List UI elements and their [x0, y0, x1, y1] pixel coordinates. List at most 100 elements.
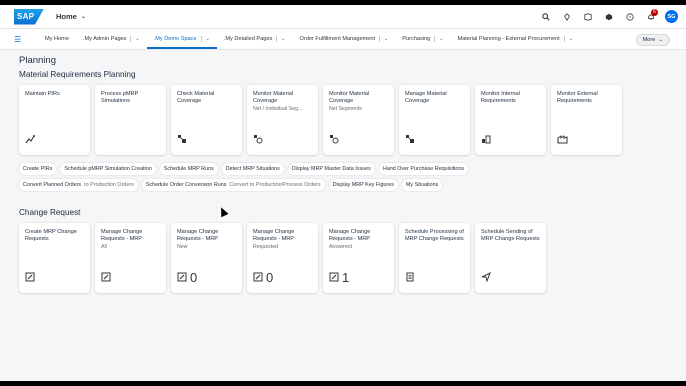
tile-footer: 0 [253, 271, 273, 284]
tile-monitor-material-coverage-net-segments[interactable]: Monitor Material Coverage Net Segments [323, 85, 394, 155]
tile-schedule-sending-of-mrp-change-requests[interactable]: Schedule Sending of MRP Change Requests [475, 223, 546, 293]
tab-label: .My Admin Pages [82, 36, 127, 42]
link-schedule-mrp-runs[interactable]: Schedule MRP Runs [159, 163, 218, 175]
monitor-icon [253, 134, 263, 146]
chevron-down-icon[interactable]: ⌄ [200, 36, 210, 42]
edit-icon [101, 272, 111, 284]
tile-footer [25, 272, 35, 284]
search-icon[interactable] [535, 7, 556, 27]
notifications-icon[interactable]: 6 [640, 7, 661, 27]
tile-check-material-coverage[interactable]: Check Material Coverage [171, 85, 242, 155]
link-create-pirs[interactable]: Create PIRs [19, 163, 57, 175]
chevron-down-icon[interactable]: ⌄ [130, 36, 140, 42]
coverage-icon [405, 134, 415, 146]
chevron-down-icon[interactable]: ⌄ [379, 36, 388, 42]
home-label: Home [56, 12, 77, 21]
link-title: Detect MRP Situations [225, 166, 280, 172]
tile-subtitle: Net / Individual Seg... [253, 106, 303, 112]
home-menu[interactable]: Home ⌄ [56, 12, 86, 21]
link-title: Display MRP Master Data Issues [291, 166, 371, 172]
tile-footer: 0 [177, 271, 197, 284]
tile-manage-change-requests-mrp-requested[interactable]: Manage Change Requests - MRP Requested 0 [247, 223, 318, 293]
tile-footer [101, 272, 111, 284]
chevron-down-icon[interactable]: ⌄ [276, 36, 286, 42]
tile-count: 1 [342, 270, 350, 285]
more-tabs-button[interactable]: More ⌄ [635, 34, 670, 46]
section-title-mrp: Material Requirements Planning [19, 70, 136, 79]
chevron-down-icon: ⌄ [658, 37, 663, 43]
menu-icon[interactable]: ☰ [14, 35, 24, 44]
link-title: My Situations [405, 182, 439, 188]
more-label: More [642, 37, 656, 43]
link-schedule-pmrp-simulation-creation[interactable]: Schedule pMRP Simulation Creation [60, 163, 156, 175]
tile-title: Schedule Processing of MRP Change Reques… [405, 229, 464, 242]
tile-process-pmrp-simulations[interactable]: Process pMRP Simulations [95, 85, 166, 155]
tab-order-fulfillment[interactable]: Order Fulfillment Management ⌄ [293, 29, 396, 49]
tile-footer [557, 134, 568, 146]
document-icon [405, 272, 415, 284]
tile-subtitle: New [177, 244, 188, 250]
mrp-tile-row: Maintain PIRs Process pMRP Simulations Che… [19, 85, 667, 155]
tab-material-planning[interactable]: Material Planning - External Procurement… [450, 29, 580, 49]
tab-label: .My Detailed Pages [223, 36, 273, 42]
link-my-situations[interactable]: My Situations [401, 179, 443, 191]
edit-icon [177, 272, 187, 284]
tile-title: Manage Change Requests - MRP [177, 229, 219, 242]
tile-monitor-material-coverage-net-individual-seg[interactable]: Monitor Material Coverage Net / Individua… [247, 85, 318, 155]
tab-my-demo-space[interactable]: .My Demo Space ⌄ [147, 29, 217, 49]
link-subtitle: Convert to Production/Process Orders [229, 182, 321, 188]
link-schedule-order-conversion-runs[interactable]: Schedule Order Conversion Runs Convert to… [141, 179, 325, 191]
tab-label: .My Demo Space [153, 36, 197, 42]
tile-title: Monitor Material Coverage [329, 91, 370, 104]
tab-my-detailed-pages[interactable]: .My Detailed Pages ⌄ [217, 29, 293, 49]
tile-title: Schedule Sending of MRP Change Requests [481, 229, 540, 242]
tab-label: Material Planning - External Procurement [457, 36, 560, 42]
link-convert-planned-orders[interactable]: Convert Planned Orders to Production Orde… [19, 179, 138, 191]
link-hand-over-purchase-requisitions[interactable]: Hand Over Purchase Requisitions [378, 163, 469, 175]
tile-footer [253, 134, 263, 146]
send-icon [481, 271, 491, 284]
chevron-down-icon[interactable]: ⌄ [434, 36, 443, 42]
lightbulb-icon[interactable] [556, 7, 577, 27]
link-display-mrp-master-data-issues[interactable]: Display MRP Master Data Issues [287, 163, 375, 175]
tile-create-mrp-change-requests[interactable]: Create MRP Change Requests [19, 223, 90, 293]
help-icon[interactable]: ? [619, 7, 640, 27]
tile-manage-material-coverage[interactable]: Manage Material Coverage [399, 85, 470, 155]
tab-my-home[interactable]: My Home [38, 29, 76, 49]
monitor-icon [329, 134, 339, 146]
link-detect-mrp-situations[interactable]: Detect MRP Situations [221, 163, 284, 175]
tab-my-admin-pages[interactable]: .My Admin Pages ⌄ [76, 29, 147, 49]
tile-schedule-processing-of-mrp-change-requests[interactable]: Schedule Processing of MRP Change Reques… [399, 223, 470, 293]
notification-badge: 6 [651, 8, 658, 16]
link-title: Convert Planned Orders [23, 182, 82, 188]
user-avatar[interactable]: SG [665, 10, 678, 23]
tile-manage-change-requests-mrp-new[interactable]: Manage Change Requests - MRP New 0 [171, 223, 242, 293]
tile-footer [405, 272, 415, 284]
tile-footer [481, 134, 491, 146]
tab-purchasing[interactable]: Purchasing ⌄ [395, 29, 450, 49]
tile-title: Check Material Coverage [177, 91, 215, 104]
tile-monitor-external-requirements[interactable]: Monitor External Requirements [551, 85, 622, 155]
page-content: Planning Material Requirements Planning … [0, 55, 686, 293]
tile-maintain-pirs[interactable]: Maintain PIRs [19, 85, 90, 155]
tile-monitor-internal-requirements[interactable]: Monitor Internal Requirements [475, 85, 546, 155]
edit-icon [329, 272, 339, 284]
link-display-mrp-key-figures[interactable]: Display MRP Key Figures [328, 179, 398, 191]
link-title: Schedule Order Conversion Runs [145, 182, 227, 188]
shell-actions: ? 6 SG [535, 7, 678, 27]
tile-manage-change-requests-mrp-all[interactable]: Manage Change Requests - MRP All [95, 223, 166, 293]
coverage-icon [177, 134, 187, 146]
joule-icon[interactable] [598, 7, 619, 27]
sap-logo[interactable]: SAP [14, 8, 44, 25]
factory-icon [557, 134, 568, 146]
shell-bar: SAP Home ⌄ ? 6 SG [0, 5, 686, 29]
change-request-tile-row: Create MRP Change Requests Manage Change … [19, 223, 667, 293]
chevron-down-icon: ⌄ [80, 14, 86, 20]
tile-subtitle: Answered [329, 244, 353, 250]
link-subtitle: to Production Orders [84, 182, 134, 188]
tile-footer [25, 134, 35, 146]
chevron-down-icon[interactable]: ⌄ [563, 36, 573, 42]
app-finder-icon[interactable] [577, 7, 598, 27]
edit-icon [25, 272, 35, 284]
tile-manage-change-requests-mrp-answered[interactable]: Manage Change Requests - MRP Answered 1 [323, 223, 394, 293]
